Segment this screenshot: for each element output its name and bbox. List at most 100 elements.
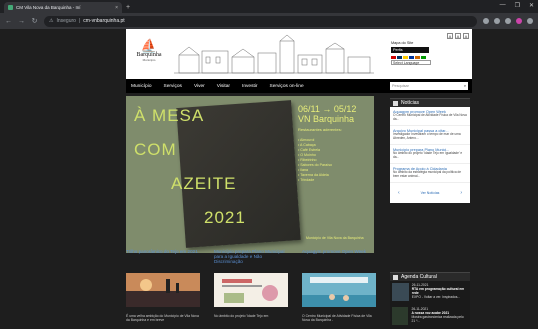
- nav-item-municipio[interactable]: Município: [131, 84, 152, 89]
- agenda-item[interactable]: 26-11-2021 RTA em programação cultural e…: [390, 281, 470, 305]
- news-item[interactable]: Município prepara Plano Munici... No âmbi…: [390, 145, 470, 164]
- new-tab-button[interactable]: +: [126, 2, 130, 13]
- flag-icon[interactable]: [409, 56, 414, 59]
- sitemap-link[interactable]: Mapa do Site: [391, 41, 469, 45]
- browser-tab[interactable]: CM Vila Nova da Barquinha - Iní ×: [4, 2, 122, 13]
- card-image[interactable]: [126, 273, 200, 307]
- banner-date: 06/11 → 05/12 VN Barquinha: [298, 104, 356, 124]
- warning-icon: ⚠: [49, 18, 54, 24]
- tab-title: CM Vila Nova da Barquinha - Iní: [16, 5, 81, 10]
- feature-cards: Trilho panorâmico do Tejo em 2021 É uma …: [126, 249, 376, 322]
- news-item[interactable]: Aquagym promove Open Week O Centro Munici…: [390, 107, 470, 126]
- card-desc: É uma velha ambição do Município de Vila…: [126, 314, 199, 322]
- reload-icon[interactable]: ↻: [31, 17, 38, 25]
- card-desc: O Centro Municipal de Atividade Física d…: [302, 314, 372, 322]
- card[interactable]: Aquagym promove Open Week O Centro Munic…: [302, 249, 376, 322]
- flag-icon[interactable]: [391, 56, 396, 59]
- menu-icon[interactable]: [527, 18, 533, 24]
- news-list: Aquagym promove Open Week O Centro Munici…: [390, 107, 470, 183]
- banner-list-title: Restaurantes aderentes:: [298, 127, 342, 132]
- all-news-link[interactable]: Ver Notícias: [421, 191, 440, 195]
- agenda-thumbnail[interactable]: [392, 283, 409, 301]
- news-panel-header: Notícias: [390, 98, 470, 107]
- search-input[interactable]: Pesquisar ⌕: [390, 82, 468, 90]
- search-icon[interactable]: ⌕: [464, 84, 466, 88]
- next-icon[interactable]: ›: [460, 190, 462, 196]
- font-size-button[interactable]: A: [455, 33, 461, 39]
- agenda-panel-title: Agenda Cultural: [401, 274, 437, 280]
- card-image[interactable]: [214, 273, 288, 307]
- news-desc: O Centro Municipal de Atividade Física d…: [393, 113, 467, 122]
- minimize-button[interactable]: —: [500, 2, 506, 9]
- card-title[interactable]: Município prepara Plano Municipal para a…: [214, 249, 288, 271]
- logo-mark-icon: ⛵: [140, 38, 158, 53]
- browser-tab-strip: CM Vila Nova da Barquinha - Iní × + — ❐ …: [0, 0, 538, 13]
- page-viewport: ⛵ Barquinha Município A A A Mapa do Site…: [0, 29, 538, 329]
- hero-banner[interactable]: À MESA COM AZEITE 2021 06/11 → 05/12 VN …: [126, 96, 374, 253]
- card-image[interactable]: [302, 273, 376, 307]
- site-container: ⛵ Barquinha Município A A A Mapa do Site…: [126, 29, 472, 329]
- agenda-thumbnail[interactable]: [392, 307, 409, 325]
- header-right: A A A Mapa do Site Perfis Select Languag…: [391, 33, 469, 65]
- flag-icon[interactable]: [421, 56, 426, 59]
- agenda-item[interactable]: 26-11-2021 A nossa voz acabe 2021 Mostra…: [390, 305, 470, 329]
- card-title[interactable]: Aquagym promove Open Week: [302, 249, 376, 271]
- address-bar[interactable]: ⚠ Inseguro | cm-vnbarquinha.pt: [44, 15, 477, 27]
- banner-restaurant-list: • Almourol • A Cabaça • Café Estrela • O Mo…: [298, 138, 332, 183]
- banner-line-3: AZEITE: [171, 174, 237, 193]
- calendar-icon: [393, 274, 398, 280]
- back-icon[interactable]: ←: [5, 18, 12, 25]
- language-flags: [391, 56, 469, 59]
- close-window-button[interactable]: ✕: [529, 2, 534, 9]
- security-label: Inseguro: [56, 18, 76, 24]
- banner-line-2: COM: [134, 140, 177, 159]
- news-item[interactable]: Programa de Apoio à Cidadania No âmbito d…: [390, 164, 470, 183]
- forward-icon[interactable]: →: [18, 18, 25, 25]
- favicon-icon: [8, 5, 13, 10]
- agenda-panel-header: Agenda Cultural: [390, 272, 470, 281]
- banner-place: VN Barquinha: [298, 114, 355, 124]
- nav-item-investir[interactable]: Investir: [242, 84, 257, 89]
- site-header: ⛵ Barquinha Município A A A Mapa do Site…: [126, 29, 472, 79]
- prev-icon[interactable]: ‹: [398, 190, 400, 196]
- font-size-button[interactable]: A: [447, 33, 453, 39]
- avatar[interactable]: [516, 18, 522, 24]
- banner-date-range: 06/11 → 05/12: [298, 104, 357, 114]
- town-sketch-image: [174, 34, 374, 74]
- agenda-title[interactable]: RTA em programação cultural em rede: [412, 287, 464, 295]
- banner-year: 2021: [204, 208, 246, 227]
- nav-item-visitar[interactable]: Visitar: [217, 84, 230, 89]
- tab-close-icon[interactable]: ×: [115, 5, 118, 11]
- agenda-sub: Mostra gastronómica realizada pelo 21 º.…: [411, 315, 464, 323]
- search-placeholder: Pesquisar: [392, 84, 409, 88]
- profiles-link[interactable]: Perfis: [391, 47, 429, 53]
- maximize-button[interactable]: ❐: [515, 2, 520, 9]
- extension-icon[interactable]: [505, 18, 511, 24]
- flag-icon[interactable]: [403, 56, 408, 59]
- accessibility-controls: A A A: [391, 33, 469, 39]
- site-logo[interactable]: ⛵ Barquinha Município: [132, 39, 166, 71]
- card[interactable]: Trilho panorâmico do Tejo em 2021 É uma …: [126, 249, 200, 322]
- banner-line-1: À MESA: [134, 106, 205, 125]
- logo-sub: Município: [142, 58, 156, 62]
- card-title[interactable]: Trilho panorâmico do Tejo em 2021: [126, 249, 200, 271]
- agenda-sub: EXPO - Voltar a ver. Inspirados...: [411, 295, 461, 299]
- card[interactable]: Município prepara Plano Municipal para a…: [214, 249, 288, 318]
- nav-item-servicos-online[interactable]: Serviços on-line: [270, 84, 304, 89]
- flag-icon[interactable]: [397, 56, 402, 59]
- nav-item-servicos[interactable]: Serviços: [164, 84, 182, 89]
- news-panel: Notícias Aquagym promove Open Week O Cent…: [390, 98, 470, 203]
- window-controls: — ❐ ✕: [500, 2, 534, 9]
- language-select[interactable]: Select Language: [391, 60, 431, 65]
- contrast-button[interactable]: A: [463, 33, 469, 39]
- news-panel-title: Notícias: [401, 100, 420, 106]
- star-icon[interactable]: [494, 18, 500, 24]
- nav-item-viver[interactable]: Viver: [194, 84, 205, 89]
- card-desc: No âmbito do projeto 'Idade Tejo em: [214, 314, 269, 318]
- news-item[interactable]: Arquivo Municipal passa a citar... Invest…: [390, 126, 470, 145]
- translate-icon[interactable]: [483, 18, 489, 24]
- banner-footer: Município de Vila Nova da Barquinha: [306, 236, 364, 240]
- flag-icon[interactable]: [415, 56, 420, 59]
- extensions-area: [483, 18, 533, 24]
- news-desc: No âmbito do projeto 'Idade Tejo em Igua…: [393, 151, 463, 160]
